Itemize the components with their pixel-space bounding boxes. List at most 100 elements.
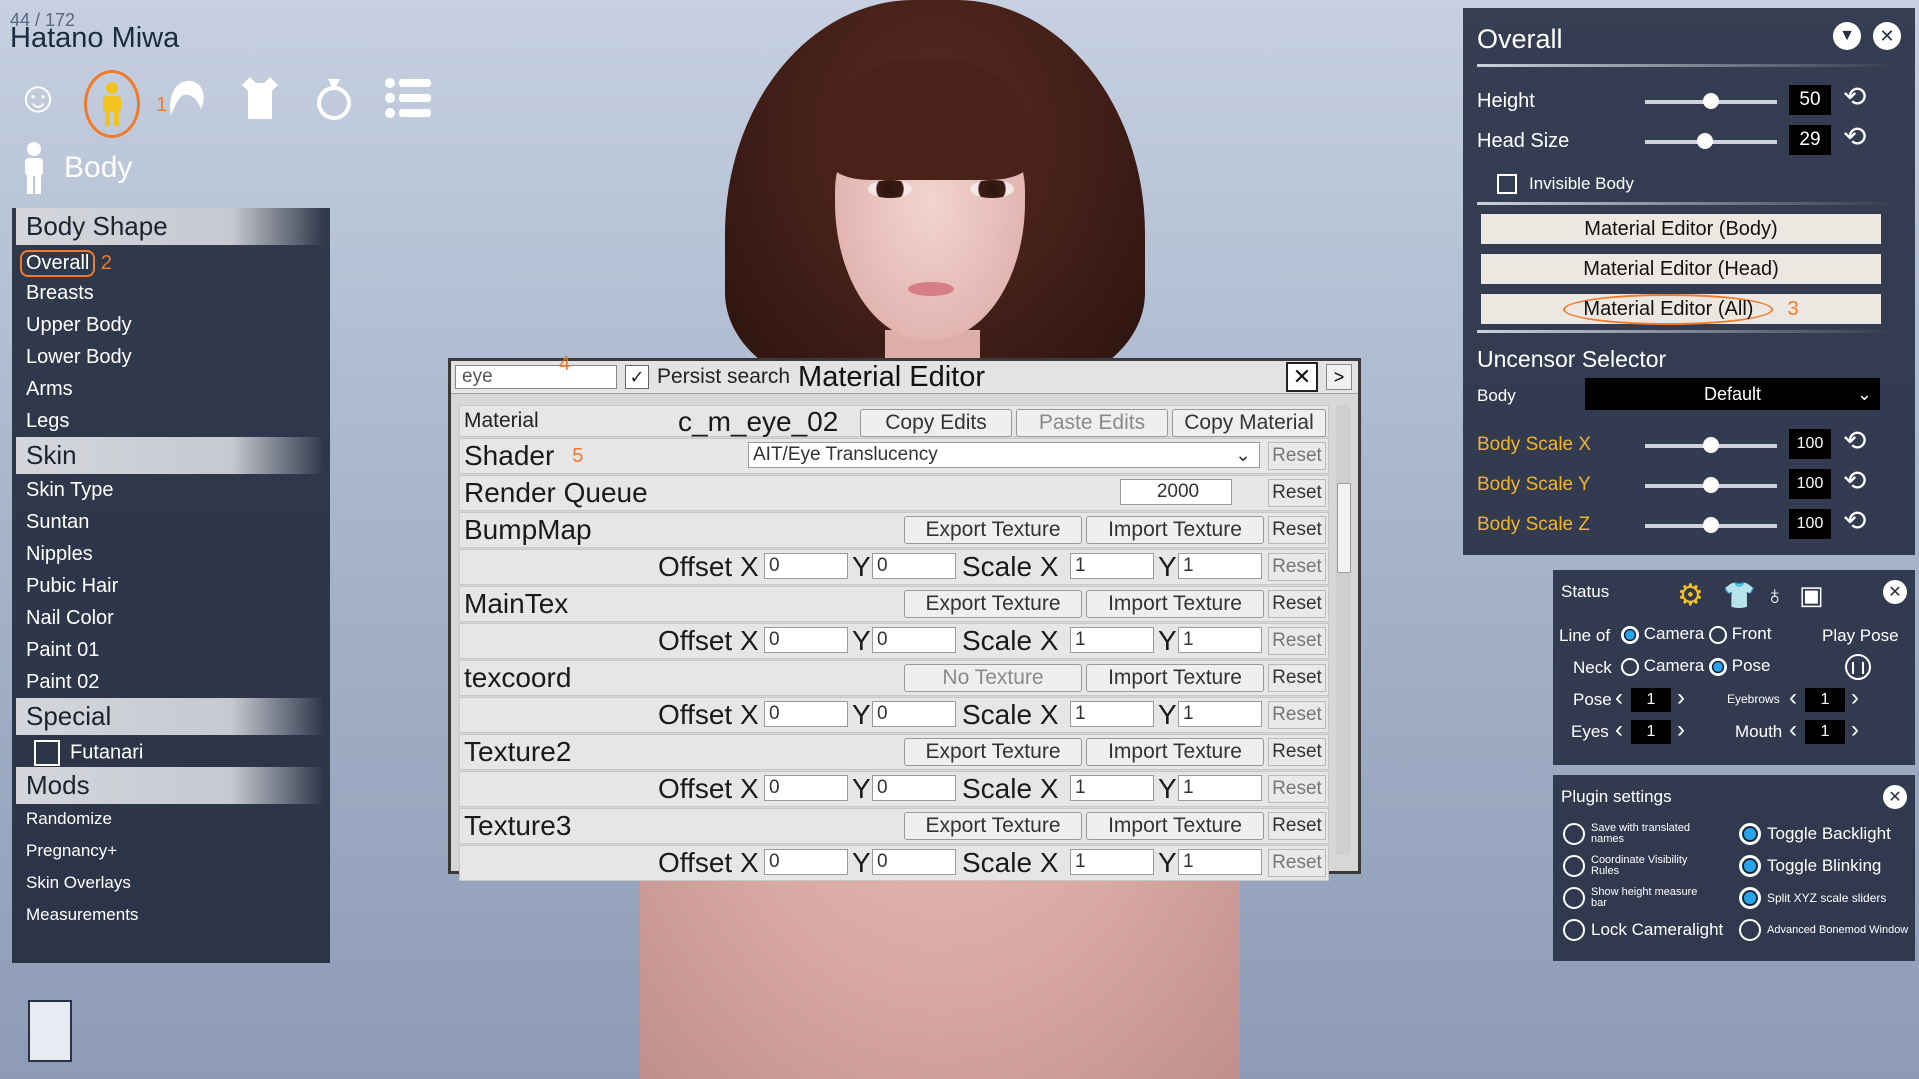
chevron-left-icon[interactable]: ‹ [1789,716,1797,744]
image-icon[interactable]: ▣ [1799,580,1824,611]
offset-y-input[interactable]: 0 [872,627,956,653]
import-texture-button[interactable]: Import Texture [1086,738,1264,766]
material-editor-body-button[interactable]: Material Editor (Body) [1481,214,1881,244]
shader-select[interactable]: AIT/Eye Translucency ⌄ [748,442,1260,468]
slider-knob[interactable] [1697,133,1714,149]
scrollbar[interactable] [1336,405,1351,855]
close-icon[interactable]: ✕ [1286,362,1318,392]
export-texture-button[interactable]: Export Texture [904,738,1082,766]
radio-selected[interactable] [1709,657,1727,676]
scrollbar-thumb[interactable] [1337,483,1351,573]
body-scale-x-value[interactable]: 100 [1789,429,1831,459]
scale-y-input[interactable]: 1 [1178,775,1262,801]
slider-knob[interactable] [1703,477,1719,493]
neck-pose-option[interactable]: Pose [1709,656,1770,676]
body-dropdown[interactable]: Default ⌄ [1585,378,1880,410]
no-texture-button[interactable]: No Texture [904,664,1082,692]
export-texture-button[interactable]: Export Texture [904,516,1082,544]
body-icon[interactable] [84,70,140,138]
menu-item-pregnancy[interactable]: Pregnancy+ [12,836,330,868]
head-size-value[interactable]: 29 [1789,125,1831,155]
menu-item-breasts[interactable]: Breasts [12,277,330,309]
offset-x-input[interactable]: 0 [764,775,848,801]
radio[interactable] [1563,919,1585,941]
radio[interactable] [1563,855,1585,877]
save-translated-toggle[interactable]: Save with translated names [1563,823,1713,845]
offset-x-input[interactable]: 0 [764,701,848,727]
reset-icon[interactable]: ⟲ [1843,80,1866,113]
import-texture-button[interactable]: Import Texture [1086,590,1264,618]
invisible-body-checkbox[interactable] [1497,174,1517,194]
show-height-toggle[interactable]: Show height measure bar [1563,887,1713,909]
toggle-blinking-toggle[interactable]: Toggle Blinking [1739,855,1881,877]
close-icon[interactable]: ✕ [1873,22,1901,50]
line-of-camera-option[interactable]: Camera [1621,624,1704,644]
menu-item-overall[interactable]: Overall 2 [12,245,330,277]
offset-y-input[interactable]: 0 [872,849,956,875]
menu-item-pubic-hair[interactable]: Pubic Hair [12,570,330,602]
slider-knob[interactable] [1703,93,1719,109]
list-icon[interactable] [380,70,436,126]
menu-item-legs[interactable]: Legs [12,405,330,437]
menu-item-nail-color[interactable]: Nail Color [12,602,330,634]
offset-x-input[interactable]: 0 [764,627,848,653]
slider-knob[interactable] [1703,517,1719,533]
menu-item-lower-body[interactable]: Lower Body [12,341,330,373]
neck-camera-option[interactable]: Camera [1621,656,1704,676]
futanari-toggle[interactable]: Futanari [12,735,330,767]
next-button[interactable]: > [1326,364,1352,390]
menu-item-suntan[interactable]: Suntan [12,506,330,538]
reset-icon[interactable]: ⟲ [1843,464,1866,497]
radio[interactable] [1563,887,1585,909]
height-slider[interactable] [1645,93,1777,109]
transform-reset-button[interactable]: Reset [1268,775,1326,803]
chevron-right-icon[interactable]: › [1677,716,1685,744]
accessory-icon[interactable]: ♁ [1765,580,1785,611]
clothes-icon[interactable] [232,70,288,126]
texture-reset-button[interactable]: Reset [1268,590,1326,618]
menu-item-paint-02[interactable]: Paint 02 [12,666,330,698]
chevron-left-icon[interactable]: ‹ [1615,684,1623,712]
search-input[interactable]: eye [455,365,617,389]
material-editor-head-button[interactable]: Material Editor (Head) [1481,254,1881,284]
reset-icon[interactable]: ⟲ [1843,504,1866,537]
menu-item-skin-type[interactable]: Skin Type [12,474,330,506]
body-scale-x-slider[interactable] [1645,437,1777,453]
offset-y-input[interactable]: 0 [872,553,956,579]
gear-icon[interactable]: ⚙ [1677,578,1704,613]
chevron-right-icon[interactable]: › [1851,716,1859,744]
chevron-left-icon[interactable]: ‹ [1789,684,1797,712]
offset-y-input[interactable]: 0 [872,701,956,727]
scale-x-input[interactable]: 1 [1070,849,1154,875]
head-size-slider[interactable] [1645,133,1777,149]
transform-reset-button[interactable]: Reset [1268,701,1326,729]
scale-x-input[interactable]: 1 [1070,701,1154,727]
copy-material-button[interactable]: Copy Material [1172,409,1326,437]
texture-reset-button[interactable]: Reset [1268,516,1326,544]
menu-item-skin-overlays[interactable]: Skin Overlays [12,868,330,900]
transform-reset-button[interactable]: Reset [1268,849,1326,877]
scale-y-input[interactable]: 1 [1178,849,1262,875]
menu-item-nipples[interactable]: Nipples [12,538,330,570]
menu-item-randomize[interactable]: Randomize [12,804,330,836]
texture-reset-button[interactable]: Reset [1268,738,1326,766]
face-icon[interactable]: ☺ [10,70,66,126]
body-scale-y-value[interactable]: 100 [1789,469,1831,499]
split-xyz-toggle[interactable]: Split XYZ scale sliders [1739,887,1886,909]
collapse-icon[interactable]: ▼ [1833,22,1861,50]
scale-x-input[interactable]: 1 [1070,775,1154,801]
paste-edits-button[interactable]: Paste Edits [1016,409,1168,437]
render-queue-reset-button[interactable]: Reset [1268,479,1326,507]
coord-visibility-toggle[interactable]: Coordinate Visibility Rules [1563,855,1713,877]
radio-selected[interactable] [1739,887,1761,909]
pause-icon[interactable]: ❙❙ [1845,654,1871,680]
body-scale-z-value[interactable]: 100 [1789,509,1831,539]
render-queue-input[interactable]: 2000 [1120,479,1232,505]
import-texture-button[interactable]: Import Texture [1086,812,1264,840]
radio[interactable] [1563,823,1585,845]
futanari-checkbox[interactable] [34,740,60,766]
import-texture-button[interactable]: Import Texture [1086,664,1264,692]
persist-search-checkbox[interactable]: ✓ [625,365,649,389]
lock-cameralight-toggle[interactable]: Lock Cameralight [1563,919,1723,941]
scale-y-input[interactable]: 1 [1178,553,1262,579]
